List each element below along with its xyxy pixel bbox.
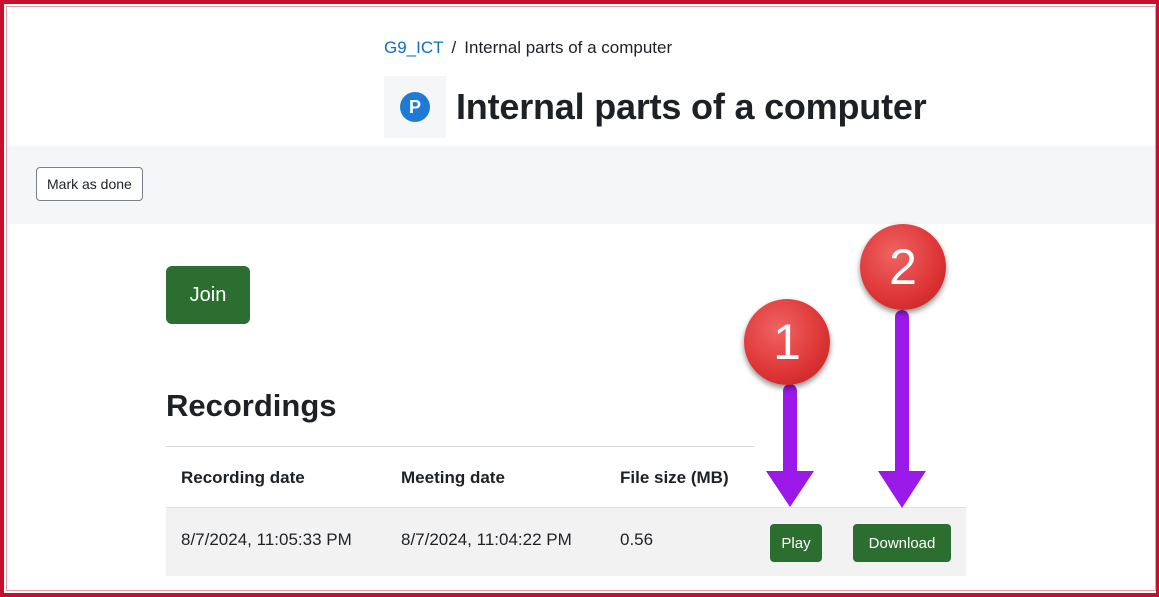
column-header-file-size: File size (MB) xyxy=(620,468,729,487)
step-badge-1: 1 xyxy=(744,299,830,385)
arrow-to-play-icon xyxy=(766,384,814,507)
breadcrumb-separator: / xyxy=(451,38,457,57)
mark-as-done-button[interactable]: Mark as done xyxy=(36,167,143,201)
recordings-heading: Recordings xyxy=(166,388,337,423)
play-button[interactable]: Play xyxy=(770,524,822,562)
breadcrumb: G9_ICT / Internal parts of a computer xyxy=(384,38,672,58)
cell-recording-date: 8/7/2024, 11:05:33 PM xyxy=(181,530,352,549)
cell-file-size: 0.56 xyxy=(620,530,654,549)
join-button[interactable]: Join xyxy=(166,266,250,324)
arrow-to-download-icon xyxy=(878,310,926,508)
page-header: P Internal parts of a computer xyxy=(384,76,927,138)
recordings-divider xyxy=(166,446,754,447)
breadcrumb-current: Internal parts of a computer xyxy=(464,38,673,57)
activity-icon-box: P xyxy=(384,76,446,138)
activity-completion-bar: Mark as done xyxy=(6,146,1156,224)
step-badge-2: 2 xyxy=(860,224,946,310)
column-header-recording-date: Recording date xyxy=(181,468,305,487)
page-title: Internal parts of a computer xyxy=(456,86,927,127)
download-button[interactable]: Download xyxy=(853,524,951,562)
breadcrumb-course-link[interactable]: G9_ICT xyxy=(384,38,444,58)
bigbluebutton-icon: P xyxy=(400,92,430,122)
column-header-meeting-date: Meeting date xyxy=(401,468,505,487)
cell-meeting-date: 8/7/2024, 11:04:22 PM xyxy=(401,530,572,549)
